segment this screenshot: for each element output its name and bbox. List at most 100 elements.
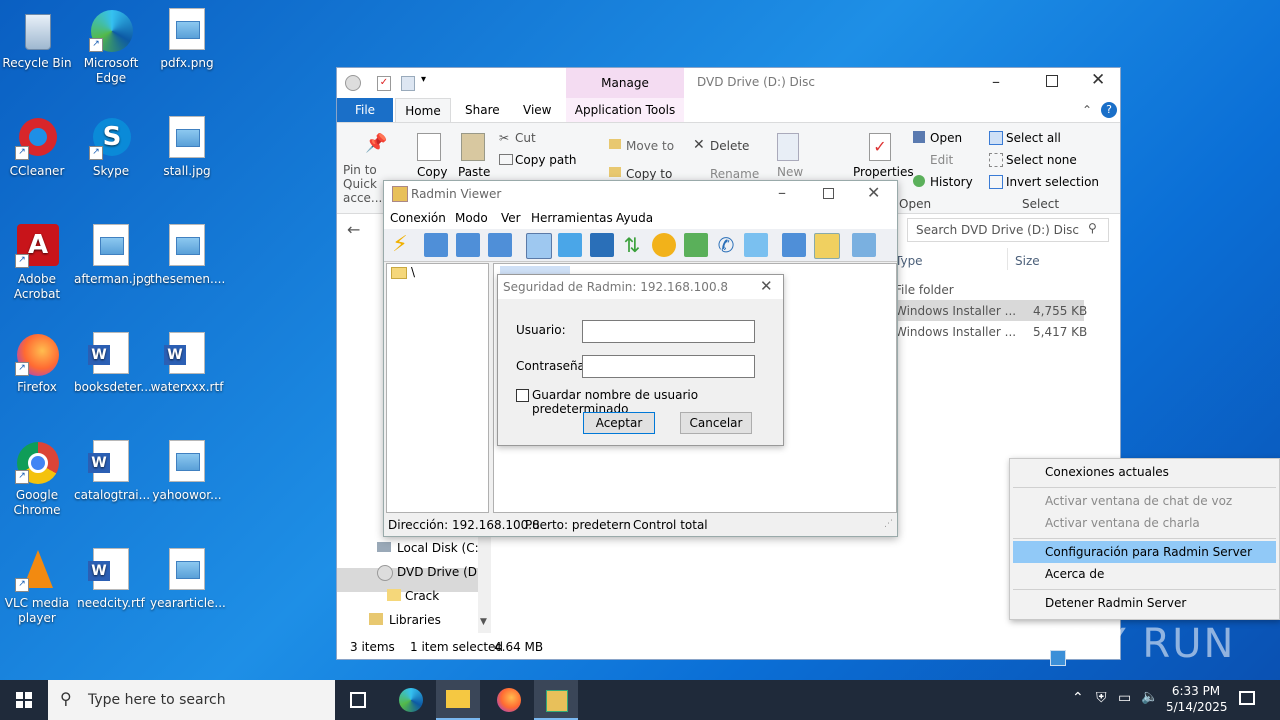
file-row-type[interactable]: Windows Installer ... xyxy=(895,325,1016,339)
new-folder-qat-icon[interactable] xyxy=(401,76,415,91)
paste-button[interactable]: Paste xyxy=(458,165,490,179)
shutdown-icon[interactable] xyxy=(652,233,676,257)
new-button[interactable]: New xyxy=(777,165,803,179)
desktop-icon-recycle-bin[interactable]: Recycle Bin xyxy=(0,8,74,71)
minimize-button[interactable]: – xyxy=(992,72,1000,91)
desktop-icon-catalogtrai[interactable]: W catalogtrai... xyxy=(74,440,150,503)
telnet-icon[interactable] xyxy=(590,233,614,257)
search-computers-icon[interactable] xyxy=(852,233,876,257)
taskbar-search-input[interactable]: Type here to search xyxy=(88,692,226,708)
minimize-button[interactable]: – xyxy=(778,183,786,202)
taskbar-search-box[interactable]: ⚲ Type here to search xyxy=(48,680,335,720)
voice-chat-icon[interactable]: ✆ xyxy=(714,233,738,257)
send-message-icon[interactable] xyxy=(744,233,768,257)
search-input[interactable]: Search DVD Drive (D:) Disc xyxy=(916,223,1079,237)
full-control-icon[interactable] xyxy=(526,233,552,259)
file-row-type[interactable]: File folder xyxy=(895,283,954,297)
windows-start-icon[interactable] xyxy=(16,692,32,708)
radmin-tray-icon[interactable] xyxy=(1050,650,1066,666)
menu-item-about[interactable]: Acerca de xyxy=(1013,563,1276,585)
desktop-icon-thesemen[interactable]: thesemen.... xyxy=(150,224,225,287)
connect-lightning-icon[interactable]: ⚡ xyxy=(388,233,412,257)
qat-dropdown-icon[interactable]: ▾ xyxy=(421,74,426,85)
select-none-button[interactable]: Select none xyxy=(1006,153,1077,167)
delete-connection-icon[interactable] xyxy=(456,233,480,257)
close-button[interactable]: ✕ xyxy=(1091,70,1105,90)
column-type[interactable]: Type xyxy=(895,254,923,268)
dialog-close-button[interactable]: ✕ xyxy=(760,277,773,295)
menu-ver[interactable]: Ver xyxy=(501,211,521,225)
menu-conexion[interactable]: Conexión xyxy=(390,211,446,225)
desktop-icon-yeararticle[interactable]: yeararticle... xyxy=(150,548,226,611)
tab-file[interactable]: File xyxy=(337,98,393,122)
tree-root[interactable]: \ xyxy=(411,265,415,279)
desktop-icon-edge[interactable]: ↗ Microsoft Edge xyxy=(74,8,148,86)
nav-item-crack[interactable]: Crack xyxy=(405,589,439,603)
username-field[interactable] xyxy=(582,320,755,343)
desktop-icon-firefox[interactable]: ↗ Firefox xyxy=(0,332,74,395)
desktop-icon-yahoowor[interactable]: yahoowor... xyxy=(150,440,224,503)
notifications-icon[interactable] xyxy=(1239,691,1255,705)
desktop-icon-waterxxx[interactable]: W waterxxx.rtf xyxy=(150,332,224,395)
menu-item-text-chat[interactable]: Activar ventana de charla xyxy=(1013,512,1276,534)
password-field[interactable] xyxy=(582,355,755,378)
large-icons-view-icon[interactable] xyxy=(782,233,806,257)
volume-icon[interactable]: 🔈 xyxy=(1141,689,1158,705)
menu-item-current-connections[interactable]: Conexiones actuales xyxy=(1013,461,1276,483)
open-button[interactable]: Open xyxy=(930,131,962,145)
save-username-checkbox[interactable] xyxy=(516,389,529,402)
tab-manage[interactable]: Manage xyxy=(566,68,684,98)
history-button[interactable]: History xyxy=(930,175,973,189)
firefox-taskbar-icon[interactable] xyxy=(497,688,521,712)
folder-view-icon[interactable] xyxy=(814,233,840,259)
security-icon[interactable]: ⛨ xyxy=(1096,690,1107,706)
edge-taskbar-icon[interactable] xyxy=(399,688,423,712)
explorer-taskbar-button[interactable] xyxy=(436,680,480,720)
accept-button[interactable]: Aceptar xyxy=(583,412,655,434)
menu-item-voice-chat[interactable]: Activar ventana de chat de voz xyxy=(1013,490,1276,512)
search-box[interactable]: Search DVD Drive (D:) Disc ⚲ xyxy=(907,218,1109,242)
add-connection-icon[interactable] xyxy=(424,233,448,257)
resize-grip-icon[interactable]: ⋰ xyxy=(884,519,893,529)
delete-button[interactable]: Delete xyxy=(710,139,749,153)
desktop-icon-ccleaner[interactable]: ↗ CCleaner xyxy=(0,116,74,179)
tray-overflow-icon[interactable]: ⌃ xyxy=(1072,690,1084,706)
collapse-ribbon-icon[interactable]: ⌃ xyxy=(1082,98,1092,122)
select-all-button[interactable]: Select all xyxy=(1006,131,1061,145)
maximize-button[interactable] xyxy=(823,188,834,199)
menu-herramientas[interactable]: Herramientas xyxy=(531,211,613,225)
network-icon[interactable]: ▭ xyxy=(1118,690,1131,706)
move-to-button[interactable]: Move to xyxy=(626,139,674,153)
desktop-icon-stall[interactable]: stall.jpg xyxy=(150,116,224,179)
desktop-icon-afterman[interactable]: afterman.jpg xyxy=(74,224,151,287)
menu-item-server-settings[interactable]: Configuración para Radmin Server xyxy=(1013,541,1276,563)
copy-path-button[interactable]: Copy path xyxy=(515,153,577,167)
cancel-button[interactable]: Cancelar xyxy=(680,412,752,434)
chat-icon[interactable] xyxy=(684,233,708,257)
desktop-icon-adobe-acrobat[interactable]: A ↗ Adobe Acrobat xyxy=(0,224,74,302)
cut-button[interactable]: Cut xyxy=(515,131,536,145)
tab-home[interactable]: Home xyxy=(395,98,451,122)
nav-item-libraries[interactable]: Libraries xyxy=(389,613,441,627)
file-transfer-icon[interactable]: ⇅ xyxy=(620,233,644,257)
help-icon[interactable]: ? xyxy=(1101,102,1117,118)
properties-qat-icon[interactable]: ✓ xyxy=(377,76,391,91)
nav-item-local-disk[interactable]: Local Disk (C:) xyxy=(397,541,483,555)
desktop-icon-needcity[interactable]: W needcity.rtf xyxy=(74,548,148,611)
menu-ayuda[interactable]: Ayuda xyxy=(616,211,653,225)
desktop-icon-vlc[interactable]: ↗ VLC media player xyxy=(0,548,74,626)
back-arrow-icon[interactable]: ← xyxy=(347,220,360,239)
menu-item-stop-server[interactable]: Detener Radmin Server xyxy=(1013,592,1276,614)
menu-modo[interactable]: Modo xyxy=(455,211,488,225)
tab-application-tools[interactable]: Application Tools xyxy=(566,98,684,122)
task-view-icon[interactable] xyxy=(350,692,366,708)
desktop-icon-pdfx[interactable]: pdfx.png xyxy=(150,8,224,71)
tab-view[interactable]: View xyxy=(523,98,551,122)
scroll-down-icon[interactable]: ▼ xyxy=(480,617,487,627)
desktop-icon-booksdeter[interactable]: W booksdeter... xyxy=(74,332,152,395)
column-size[interactable]: Size xyxy=(1015,254,1040,268)
invert-selection-button[interactable]: Invert selection xyxy=(1006,175,1099,189)
rename-button[interactable]: Rename xyxy=(710,167,759,181)
close-button[interactable]: ✕ xyxy=(867,183,880,202)
edit-button[interactable]: Edit xyxy=(930,153,953,167)
